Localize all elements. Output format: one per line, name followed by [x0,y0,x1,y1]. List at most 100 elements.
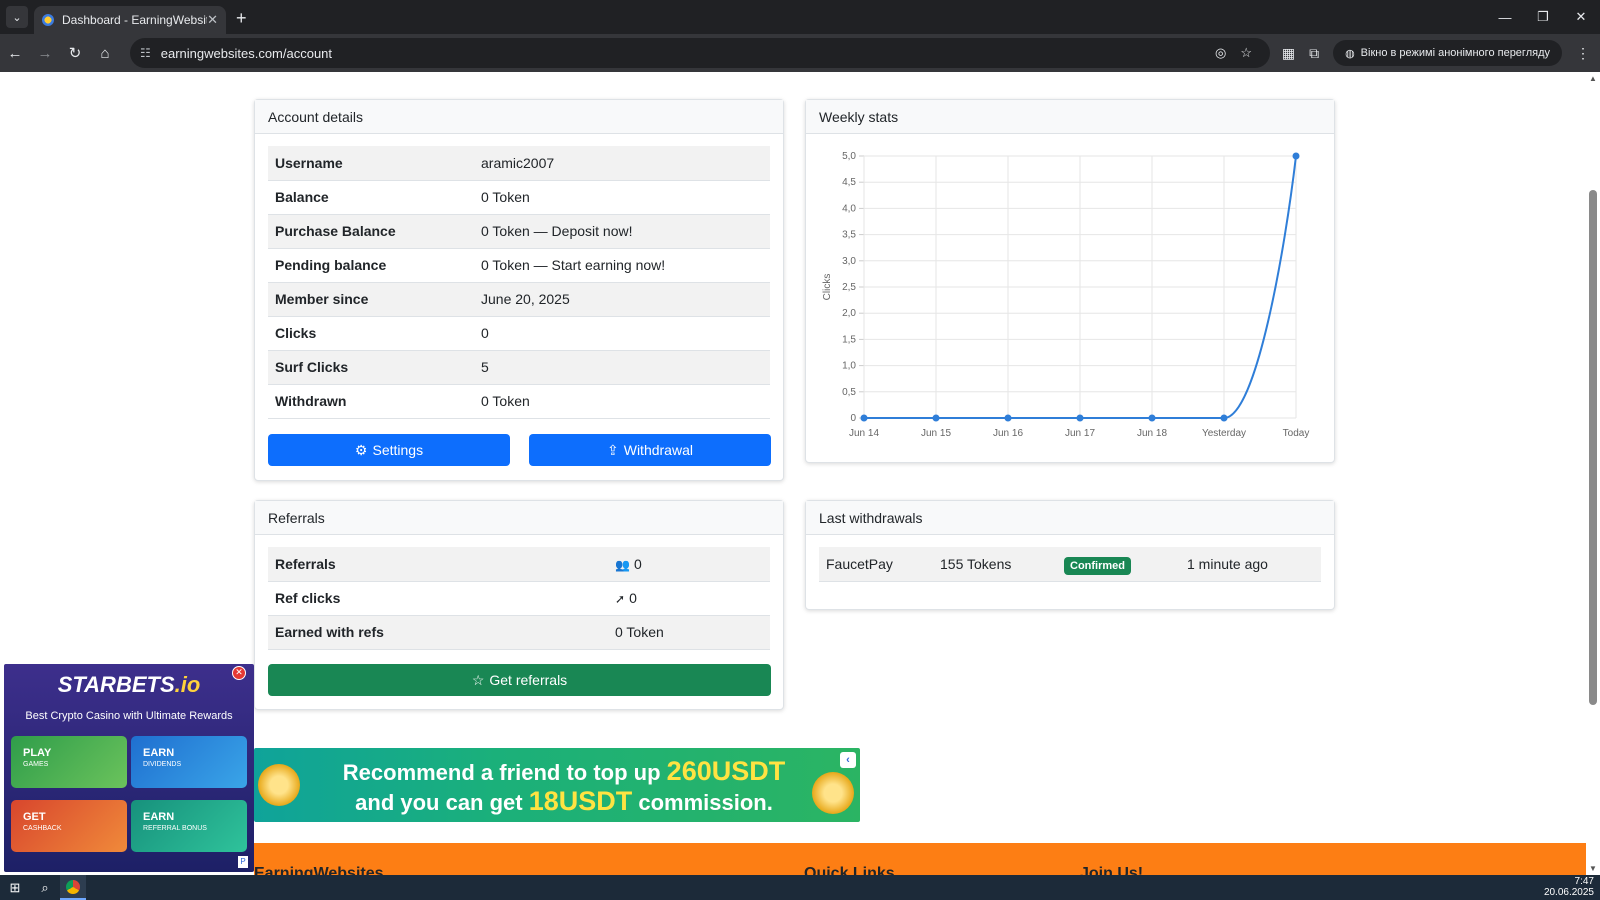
row-label: Ref clicks [268,581,608,616]
account-details-card: Account details Username aramic2007 Balanc… [254,99,784,481]
y-tick-label: 2,0 [842,308,856,319]
account-details-table: Username aramic2007 Balance 0 Token Purchase… [268,146,770,419]
row-value: 0 Token — Start earning now! [481,257,666,273]
table-row: Username aramic2007 [268,146,770,181]
system-clock[interactable]: 7:47 20.06.2025 [1544,876,1594,898]
reload-icon[interactable]: ↻ [60,44,90,62]
starbets-logo: STARBETS.io [4,672,254,698]
footer-join-us: Join Us! [1080,865,1144,875]
data-point [860,414,868,422]
forward-icon[interactable]: → [30,45,60,62]
promo-line-1-text: Recommend a friend to top up [342,760,667,785]
y-tick-label: 4,5 [842,177,856,188]
clock-date: 20.06.2025 [1543,887,1594,898]
promo-line-1: Recommend a friend to top up 260USDT [314,756,814,787]
back-icon[interactable]: ← [0,45,30,62]
bookmark-star-icon[interactable]: ☆ [1240,45,1252,61]
os-taskbar: ⊞ ⌕ 7:47 20.06.2025 [0,875,1600,900]
chrome-taskbar-icon[interactable] [60,875,86,900]
row-value-cell: 0 [474,316,770,351]
scroll-down-icon[interactable]: ▼ [1589,864,1597,873]
taskbar-search-icon[interactable]: ⌕ [30,880,60,896]
close-window-icon[interactable]: ✕ [1562,9,1600,25]
site-info-icon[interactable]: ☷ [140,46,151,60]
row-value: 5 [481,359,489,375]
site-favicon-icon [42,14,54,26]
withdrawals-table: FaucetPay 155 Tokens Confirmed 1 minute … [819,547,1321,582]
new-tab-icon[interactable]: + [236,8,247,29]
promo-line-2-highlight: 18USDT [528,786,633,816]
ad-tile-get-cashback[interactable]: GET CASHBACK [11,800,127,852]
y-tick-label: 3,0 [842,256,856,267]
page-scrollbar[interactable]: ▲ ▼ [1586,72,1600,875]
restore-icon[interactable]: ❐ [1524,9,1562,25]
row-value-cell: 0 Token [474,384,770,419]
gear-icon: ⚙ [354,441,368,458]
table-row: FaucetPay 155 Tokens Confirmed 1 minute … [819,547,1321,582]
table-row: Member since June 20, 2025 [268,282,770,317]
table-row: Pending balance 0 Token — Start earning n… [268,248,770,283]
row-value: aramic2007 [481,154,555,171]
home-icon[interactable]: ⌂ [90,45,120,62]
browser-menu-icon[interactable]: ⋮ [1576,45,1590,62]
y-tick-label: 2,5 [842,282,856,293]
window-controls: — ❐ ✕ [1486,0,1600,34]
logo-suffix: .io [174,672,201,697]
close-tab-icon[interactable]: ✕ [207,12,218,28]
windows-start-icon[interactable]: ⊞ [0,880,30,896]
withdrawal-button[interactable]: ⇪ Withdrawal [529,434,771,466]
row-value: 0 [481,325,489,341]
extensions-icon[interactable]: ⧉ [1309,45,1319,62]
y-axis-label: Clicks [822,274,833,301]
promo-line-2: and you can get 18USDT commission. [314,786,814,817]
ad-tile-earn-referral-bonus[interactable]: EARN REFERRAL BONUS [131,800,247,852]
row-label: Withdrawn [268,384,474,419]
referrals-header: Referrals [255,501,783,535]
promo-banner-ad[interactable]: Recommend a friend to top up 260USDT and… [254,748,860,822]
data-point [1004,414,1012,422]
data-point [1076,414,1084,422]
withdrawal-label: Withdrawal [623,442,693,458]
ad-close-icon[interactable]: ✕ [232,666,246,680]
tracking-eye-icon[interactable]: ◎ [1215,45,1226,61]
row-value: 0 [629,590,637,606]
referrals-card: Referrals Referrals 👥 0 Ref clicks ➚ 0 Earned … [254,500,784,710]
scrollbar-thumb[interactable] [1589,190,1597,705]
table-row: Clicks 0 [268,316,770,351]
minimize-icon[interactable]: — [1486,10,1524,25]
qr-code-icon[interactable]: ▦ [1282,45,1295,62]
y-tick-label: 3,5 [842,230,856,241]
footer-brand: EarningWebsites [254,865,384,875]
logo-main: STARBETS [57,672,175,697]
row-value-cell: 0 Token — Deposit now! [474,214,770,249]
ad-back-icon[interactable]: ‹ [840,752,856,768]
incognito-label: Вікно в режимі анонімного перегляду [1360,47,1550,59]
tab-bar: ⌄ Dashboard - EarningWebsites ✕ + — ❐ ✕ [0,0,1600,34]
y-tick-label: 4,0 [842,203,856,214]
incognito-icon: ◍ [1345,47,1355,60]
get-referrals-label: Get referrals [489,672,568,688]
tile-title: PLAY [23,747,52,759]
x-tick-label: Jun 16 [993,428,1023,439]
promo-line-2-text: and you can get [355,790,529,815]
x-tick-label: Jun 18 [1137,428,1167,439]
last-withdrawals-card: Last withdrawals FaucetPay 155 Tokens Co… [805,500,1335,610]
coin-icon [812,772,854,814]
tab-search-button[interactable]: ⌄ [6,6,28,28]
address-bar[interactable]: ☷ earningwebsites.com/account ◎ ☆ [130,38,1270,68]
y-tick-label: 5,0 [842,151,856,162]
scroll-up-icon[interactable]: ▲ [1589,74,1597,83]
settings-button[interactable]: ⚙ Settings [268,434,510,466]
ad-tile-play-games[interactable]: PLAY GAMES [11,736,127,788]
table-row: Referrals 👥 0 [268,547,770,582]
row-value: 0 Token [615,624,664,640]
ad-info-icon[interactable]: P [238,856,248,868]
row-label: Referrals [268,547,608,582]
ad-tile-earn-dividends[interactable]: EARN DIVIDENDS [131,736,247,788]
url-text: earningwebsites.com/account [160,45,333,61]
table-row: Earned with refs 0 Token [268,615,770,650]
starbets-side-ad[interactable]: STARBETS.io Best Crypto Casino with Ulti… [4,664,254,872]
incognito-badge[interactable]: ◍ Вікно в режимі анонімного перегляду [1333,40,1562,66]
get-referrals-button[interactable]: ☆ Get referrals [268,664,771,696]
active-tab[interactable]: Dashboard - EarningWebsites ✕ [34,6,226,34]
